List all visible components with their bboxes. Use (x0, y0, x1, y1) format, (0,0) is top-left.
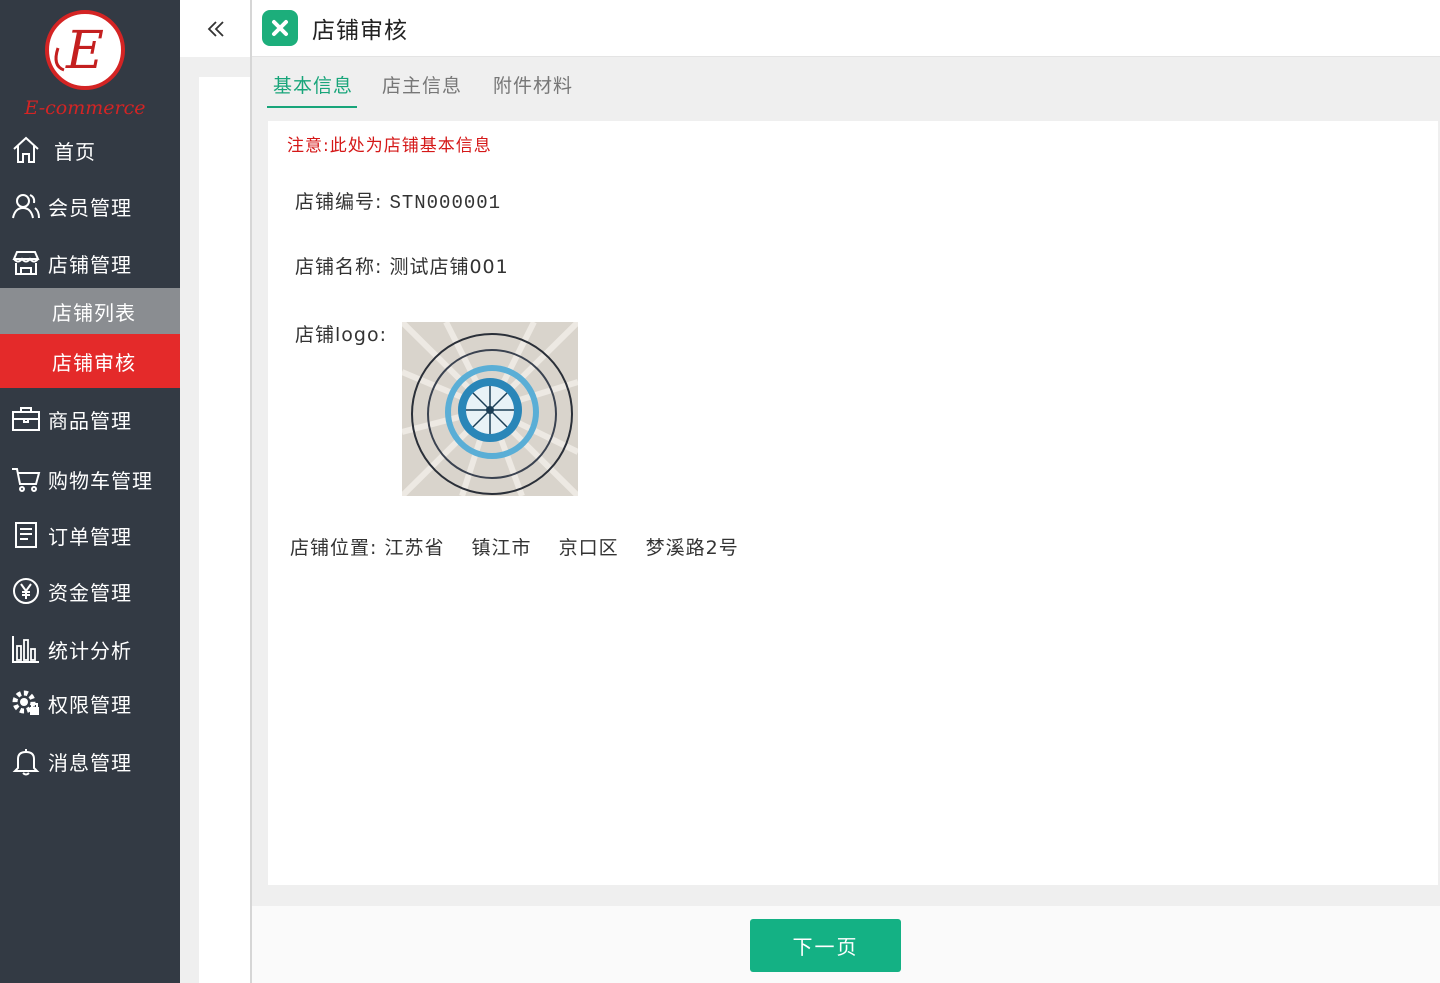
secondary-column (180, 0, 252, 983)
tab-owner-info[interactable]: 店主信息 (382, 71, 462, 106)
nav-messages-label: 消息管理 (48, 750, 132, 775)
store-logo-image (402, 322, 578, 496)
store-name-value: 测试店铺001 (389, 256, 509, 278)
store-name-row: 店铺名称: 测试店铺001 (295, 252, 509, 279)
brand-logo: E E-commerce (24, 10, 146, 118)
nav-permissions-label: 权限管理 (48, 692, 132, 717)
location-district: 京口区 (558, 537, 619, 559)
store-location-row: 店铺位置: 江苏省 镇江市 京口区 梦溪路2号 (290, 533, 739, 560)
footer-bar: 下一页 (252, 906, 1440, 983)
store-no-label: 店铺编号: (295, 191, 383, 213)
store-no-row: 店铺编号: STN000001 (295, 187, 501, 214)
nav-stores-label: 店铺管理 (48, 252, 132, 277)
next-page-button[interactable]: 下一页 (750, 919, 901, 972)
tab-bar: 基本信息 店主信息 附件材料 (252, 57, 1440, 119)
nav-messages[interactable]: 消息管理 (0, 736, 180, 786)
nav-products-label: 商品管理 (48, 408, 132, 433)
store-location-label: 店铺位置: (290, 537, 378, 559)
nav-cart-label: 购物车管理 (48, 468, 153, 493)
store-no-value: STN000001 (389, 192, 502, 214)
store-icon (10, 247, 42, 279)
nav-funds-label: 资金管理 (48, 580, 132, 605)
yen-icon (10, 575, 42, 607)
location-province: 江苏省 (384, 537, 445, 559)
sub-item-store-review[interactable]: 店铺审核 (0, 334, 180, 388)
secondary-panel (199, 77, 252, 983)
collapse-sidebar-button[interactable] (180, 0, 252, 57)
svg-text:E-commerce: E-commerce (24, 97, 146, 118)
home-icon (10, 134, 42, 166)
cart-icon (10, 463, 42, 495)
nav-orders-label: 订单管理 (48, 524, 132, 549)
svg-text:E: E (65, 21, 104, 81)
close-button[interactable] (262, 10, 298, 46)
nav-home[interactable]: 首页 (0, 125, 180, 175)
nav-members-label: 会员管理 (48, 195, 132, 220)
sub-item-store-list-label: 店铺列表 (52, 300, 136, 325)
document-icon (10, 519, 42, 551)
nav-orders[interactable]: 订单管理 (0, 510, 180, 560)
location-street: 梦溪路2号 (645, 537, 739, 559)
tab-basic-info[interactable]: 基本信息 (267, 71, 358, 108)
gear-lock-icon (10, 687, 42, 719)
page-title: 店铺审核 (312, 18, 408, 44)
double-chevron-left-icon (207, 20, 224, 37)
footer-divider (252, 885, 1440, 906)
sub-item-store-list[interactable]: 店铺列表 (0, 288, 180, 334)
close-icon (272, 20, 288, 36)
notice-text: 注意:此处为店铺基本信息 (287, 136, 492, 156)
bell-icon (10, 745, 42, 777)
nav-home-label: 首页 (54, 139, 96, 164)
content-panel: 注意:此处为店铺基本信息 店铺编号: STN000001 店铺名称: 测试店铺0… (268, 121, 1438, 885)
nav-members[interactable]: 会员管理 (0, 181, 180, 231)
nav-statistics[interactable]: 统计分析 (0, 624, 180, 674)
nav-stores[interactable]: 店铺管理 (0, 238, 180, 288)
store-logo-label: 店铺logo: (295, 324, 387, 346)
store-name-label: 店铺名称: (295, 256, 383, 278)
sidebar: E E-commerce 首页 会员管理 店铺管理 店铺列表 店铺审核 商品管理 (0, 0, 180, 983)
nav-funds[interactable]: 资金管理 (0, 566, 180, 616)
briefcase-icon (10, 403, 42, 435)
column-divider (250, 0, 252, 983)
nav-products[interactable]: 商品管理 (0, 394, 180, 444)
location-city: 镇江市 (471, 537, 532, 559)
bar-chart-icon (10, 633, 42, 665)
tab-attachments[interactable]: 附件材料 (493, 71, 573, 106)
nav-statistics-label: 统计分析 (48, 638, 132, 663)
nav-cart[interactable]: 购物车管理 (0, 454, 180, 504)
users-icon (10, 190, 42, 222)
page-header: 店铺审核 (252, 0, 1440, 57)
nav-permissions[interactable]: 权限管理 (0, 678, 180, 728)
sub-item-store-review-label: 店铺审核 (52, 350, 136, 375)
